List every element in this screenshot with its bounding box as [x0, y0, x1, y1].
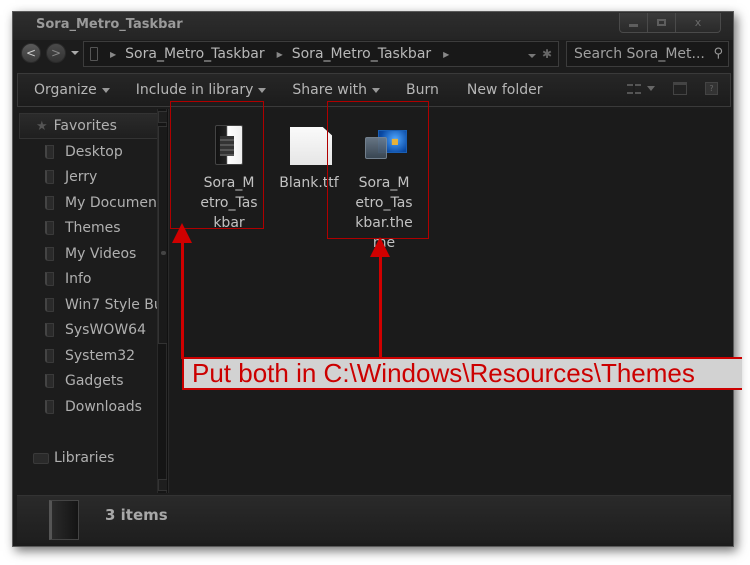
search-placeholder: Search Sora_Met... — [574, 46, 705, 62]
explorer-window: Sora_Metro_Taskbar x < > ▶ Sora_Metro_Ta… — [12, 11, 734, 547]
folder-icon — [45, 349, 54, 363]
include-in-library-label: Include in library — [135, 82, 254, 98]
sidebar-item-system32[interactable]: System32 — [45, 344, 135, 368]
folder-icon — [45, 170, 54, 184]
chevron-right-icon[interactable]: ▶ — [443, 50, 449, 59]
favorites-label: Favorites — [53, 118, 117, 134]
maximize-button[interactable] — [648, 13, 676, 32]
minimize-button[interactable] — [620, 13, 648, 32]
back-arrow-icon: < — [25, 46, 37, 60]
new-folder-button[interactable]: New folder — [467, 82, 543, 98]
folder-icon — [45, 298, 54, 312]
window-controls: x — [619, 13, 721, 33]
back-button[interactable]: < — [21, 43, 41, 63]
folder-icon — [45, 221, 54, 235]
folder-icon — [45, 272, 54, 286]
details-pane: 3 items — [17, 495, 731, 543]
search-input[interactable]: Search Sora_Met... ⚲ — [566, 41, 729, 67]
folder-icon — [45, 196, 54, 210]
sidebar-item-label: Jerry — [65, 169, 98, 185]
search-icon[interactable]: ⚲ — [713, 42, 723, 66]
maximize-icon — [657, 19, 666, 26]
arrow-line — [181, 240, 184, 359]
annotation-label: Put both in C:\Windows\Resources\Themes — [182, 357, 742, 390]
sidebar-item-label: Info — [65, 271, 92, 287]
sidebar-item-win7-style-builder[interactable]: Win7 Style Builder — [45, 293, 157, 317]
views-icon[interactable] — [627, 83, 641, 94]
sidebar-item-my-documents[interactable]: My Documents — [45, 191, 157, 215]
sidebar-favorites[interactable]: ★ Favorites — [19, 113, 157, 139]
breadcrumb-item[interactable]: Sora_Metro_Taskbar — [292, 46, 431, 62]
views-dropdown[interactable] — [647, 86, 655, 91]
breadcrumb-item[interactable]: Sora_Metro_Taskbar — [125, 46, 264, 62]
include-in-library-button[interactable]: Include in library — [136, 82, 267, 98]
navigation-pane: ★ Favorites Desktop Jerry My Documents T… — [17, 109, 157, 493]
organize-button[interactable]: Organize — [34, 82, 110, 98]
sidebar-item-my-videos[interactable]: My Videos — [45, 242, 136, 266]
minimize-icon — [629, 24, 638, 27]
address-actions: ✱ — [527, 47, 552, 61]
address-bar[interactable]: ▶ Sora_Metro_Taskbar ▶ Sora_Metro_Taskba… — [83, 41, 559, 67]
share-with-button[interactable]: Share with — [292, 82, 380, 98]
sidebar-item-themes[interactable]: Themes — [45, 216, 121, 240]
sidebar-item-gadgets[interactable]: Gadgets — [45, 369, 124, 393]
star-icon: ★ — [36, 118, 48, 134]
forward-arrow-icon: > — [50, 46, 62, 60]
burn-label: Burn — [405, 82, 439, 98]
chevron-right-icon[interactable]: ▶ — [110, 50, 116, 59]
sidebar-item-label: Themes — [65, 220, 121, 236]
sidebar-item-downloads[interactable]: Downloads — [45, 395, 142, 419]
highlight-box-folder — [170, 101, 264, 229]
chevron-right-icon[interactable]: ▶ — [277, 50, 283, 59]
recent-pages-dropdown[interactable] — [71, 51, 79, 55]
folder-icon — [49, 500, 79, 540]
highlight-box-theme — [327, 101, 429, 239]
font-file-icon — [285, 121, 333, 169]
sidebar-item-label: My Documents — [65, 195, 157, 211]
sidebar-item-desktop[interactable]: Desktop — [45, 140, 123, 164]
organize-label: Organize — [34, 82, 97, 98]
sidebar-item-label: Downloads — [65, 399, 142, 415]
item-count: 3 items — [105, 506, 168, 524]
sidebar-item-label: My Videos — [65, 246, 137, 262]
close-icon: x — [694, 16, 702, 29]
burn-button[interactable]: Burn — [406, 82, 439, 98]
chevron-down-icon — [101, 87, 110, 93]
scroll-grip-icon — [161, 251, 166, 255]
share-with-label: Share with — [292, 82, 367, 98]
folder-icon — [45, 374, 54, 388]
arrow-line — [379, 254, 382, 359]
forward-button[interactable]: > — [46, 43, 66, 63]
desktop-icon — [45, 145, 54, 159]
view-controls: ? — [627, 82, 718, 95]
help-icon[interactable]: ? — [705, 82, 718, 95]
sidebar-item-label: System32 — [65, 348, 136, 364]
refresh-icon[interactable]: ✱ — [542, 47, 552, 61]
sidebar-item-label: SysWOW64 — [65, 322, 146, 338]
folder-icon — [45, 323, 54, 337]
folder-icon — [45, 247, 54, 261]
libraries-icon — [33, 452, 49, 464]
sidebar-scrollbar[interactable] — [157, 109, 168, 493]
sidebar-item-syswow64[interactable]: SysWOW64 — [45, 318, 146, 342]
navigation-bar: < > ▶ Sora_Metro_Taskbar ▶ Sora_Metro_Ta… — [13, 40, 733, 72]
chevron-down-icon — [258, 87, 267, 93]
sidebar-item-info[interactable]: Info — [45, 267, 92, 291]
window-title: Sora_Metro_Taskbar — [36, 17, 183, 32]
sidebar-libraries[interactable]: Libraries — [33, 446, 114, 470]
sidebar-item-label: Win7 Style Builder — [65, 297, 157, 313]
libraries-label: Libraries — [54, 450, 115, 466]
sidebar-item-label: Gadgets — [65, 373, 124, 389]
preview-pane-icon[interactable] — [673, 82, 687, 95]
chevron-down-icon — [371, 87, 380, 93]
new-folder-label: New folder — [466, 82, 543, 98]
address-history-dropdown[interactable] — [527, 54, 536, 58]
sidebar-item-jerry[interactable]: Jerry — [45, 165, 97, 189]
pane-splitter[interactable] — [167, 109, 169, 493]
folder-icon — [45, 400, 54, 414]
location-icon — [90, 47, 98, 61]
close-button[interactable]: x — [676, 13, 720, 32]
sidebar-item-label: Desktop — [65, 144, 123, 160]
title-bar[interactable]: Sora_Metro_Taskbar x — [13, 12, 733, 40]
